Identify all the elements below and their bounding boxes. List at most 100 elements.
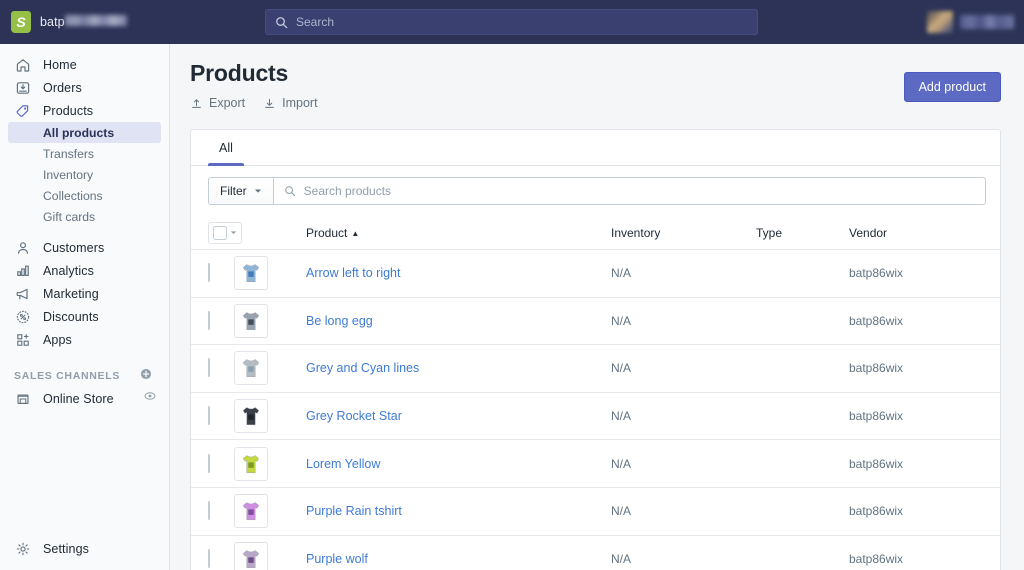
column-header-vendor[interactable]: Vendor [849,226,1000,240]
user-name-redacted [960,15,1014,29]
chevron-down-icon [230,231,237,235]
table-row[interactable]: Arrow left to right N/A batp86wix [191,250,1000,298]
product-name-link[interactable]: Be long egg [306,314,373,328]
user-menu[interactable] [927,11,1014,33]
sidebar-item-settings[interactable]: Settings [8,537,162,560]
import-button[interactable]: Import [263,96,318,110]
row-select-checkbox[interactable] [208,263,210,283]
table-row[interactable]: Be long egg N/A batp86wix [191,298,1000,346]
tab-label: All [219,140,233,155]
sidebar-item-online-store[interactable]: Online Store [8,387,161,410]
sales-channels-title: SALES CHANNELS [14,370,121,382]
export-label: Export [209,96,246,110]
product-thumbnail [234,256,268,291]
page-title: Products [190,60,289,86]
sales-channels-header: SALES CHANNELS [8,365,161,387]
sidebar-item-apps[interactable]: Apps [8,328,161,351]
sidebar-item-customers[interactable]: Customers [8,236,161,259]
sidebar-item-label: Home [43,57,77,72]
column-header-product-label: Product [306,225,348,240]
chevron-down-icon [254,189,261,193]
sidebar-item-products[interactable]: Products [8,99,161,122]
add-product-button[interactable]: Add product [903,72,1001,102]
settings-row: Settings [0,537,170,560]
store-name-redacted [64,15,127,26]
brand-area[interactable]: S batp [0,11,170,33]
select-all-checkbox[interactable] [213,225,227,240]
sort-ascending-icon: ▲ [351,228,360,238]
product-name-link[interactable]: Purple Rain tshirt [306,504,402,518]
product-name-link[interactable]: Grey Rocket Star [306,409,402,423]
sidebar-item-orders[interactable]: Orders [8,76,161,99]
sidebar-item-home[interactable]: Home [8,53,161,76]
filter-bar: Filter Search products [191,166,1000,216]
column-header-type[interactable]: Type [756,226,849,240]
global-search-placeholder: Search [296,15,335,29]
product-inventory: N/A [611,551,632,566]
filter-dropdown-button[interactable]: Filter [208,177,273,205]
global-search-input[interactable]: Search [265,9,758,35]
sidebar-item-all-products[interactable]: All products [8,122,161,143]
table-row[interactable]: Purple wolf N/A batp86wix [191,536,1000,570]
sidebar-item-transfers[interactable]: Transfers [8,143,161,164]
store-name: batp [40,15,127,29]
sidebar-item-marketing[interactable]: Marketing [8,282,161,305]
select-all-control[interactable] [208,221,242,244]
row-select-checkbox[interactable] [208,548,210,568]
sidebar-item-label: Products [43,103,94,118]
product-vendor: batp86wix [849,504,904,519]
column-header-inventory[interactable]: Inventory [611,226,756,240]
tab-all[interactable]: All [208,130,244,166]
table-row[interactable]: Purple Rain tshirt N/A batp86wix [191,488,1000,536]
product-name-link[interactable]: Grey and Cyan lines [306,361,419,375]
product-inventory: N/A [611,409,632,424]
import-download-icon [265,98,275,108]
product-search-input[interactable]: Search products [272,177,986,205]
product-name-link[interactable]: Purple wolf [306,552,368,566]
gear-icon [14,540,32,558]
sidebar-subitem-label: All products [43,125,115,140]
add-sales-channel-icon[interactable] [139,367,153,386]
product-thumbnail [234,446,268,481]
sidebar-subitem-label: Collections [43,188,103,203]
sidebar-item-label: Settings [43,541,89,556]
shopify-logo-glyph: S [16,14,26,30]
sidebar-item-analytics[interactable]: Analytics [8,259,161,282]
analytics-icon [14,262,32,280]
product-thumbnail [234,351,268,386]
product-vendor: batp86wix [849,361,904,376]
table-row[interactable]: Grey Rocket Star N/A batp86wix [191,393,1000,441]
row-select-checkbox[interactable] [208,310,210,330]
row-select-checkbox[interactable] [208,358,210,378]
row-select-checkbox[interactable] [208,453,210,473]
row-select-checkbox[interactable] [208,501,210,521]
search-icon [276,16,288,28]
products-tag-icon [14,102,32,120]
shopify-logo-icon: S [11,11,31,33]
top-bar: S batp Search [0,0,1024,44]
product-name-link[interactable]: Lorem Yellow [306,457,380,471]
sidebar-item-inventory[interactable]: Inventory [8,164,161,185]
sidebar-item-discounts[interactable]: Discounts [8,305,161,328]
product-vendor: batp86wix [849,551,904,566]
search-icon [284,186,295,197]
sidebar-item-gift-cards[interactable]: Gift cards [8,206,161,227]
export-upload-icon [192,98,201,108]
orders-icon [14,79,32,97]
avatar [927,11,953,33]
row-select-checkbox[interactable] [208,406,210,426]
product-name-link[interactable]: Arrow left to right [306,266,400,280]
product-table-body: Arrow left to right N/A batp86wix Be long e… [191,250,1000,570]
sidebar: Home Orders Products All products Transf… [0,44,170,570]
apps-icon [14,331,32,349]
table-row[interactable]: Grey and Cyan lines N/A batp86wix [191,345,1000,393]
eye-icon[interactable] [143,389,157,408]
sidebar-subitem-label: Transfers [43,146,95,161]
table-row[interactable]: Lorem Yellow N/A batp86wix [191,440,1000,488]
product-thumbnail [234,399,268,434]
sidebar-item-label: Marketing [43,286,99,301]
store-name-text: batp [40,15,65,29]
sidebar-item-collections[interactable]: Collections [8,185,161,206]
export-button[interactable]: Export [190,96,245,110]
column-header-product[interactable]: Product ▲ [306,226,611,240]
